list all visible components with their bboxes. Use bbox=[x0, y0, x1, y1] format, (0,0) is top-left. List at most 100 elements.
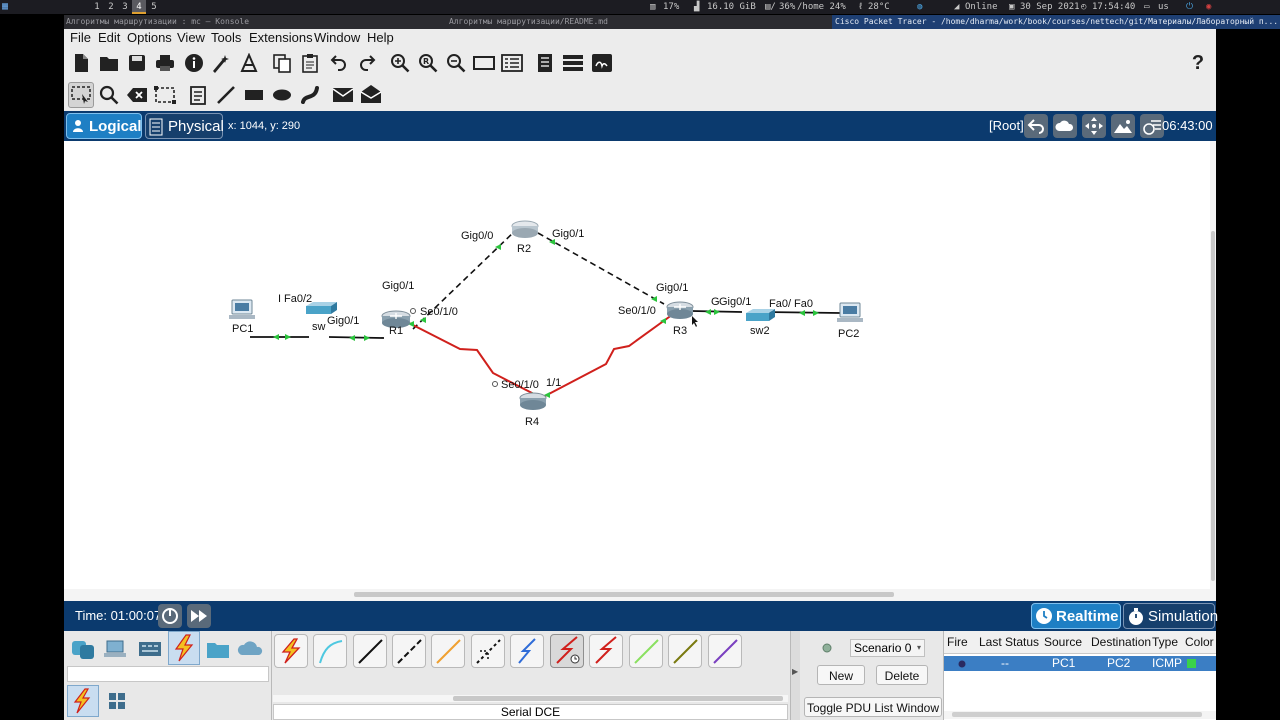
connection-iot-icon[interactable] bbox=[668, 634, 702, 668]
connection-serial-dte-icon[interactable] bbox=[589, 634, 623, 668]
window-title-readme[interactable]: Алгоритмы маршрутизации/README.md bbox=[449, 15, 608, 29]
device-search-field[interactable] bbox=[67, 666, 269, 682]
background-image-icon[interactable] bbox=[1111, 114, 1135, 138]
rect-icon[interactable] bbox=[242, 83, 266, 107]
tab-physical[interactable]: Physical bbox=[145, 113, 224, 139]
device-pc2[interactable] bbox=[837, 302, 863, 322]
window-title-packet-tracer[interactable]: Cisco Packet Tracer - /home/dharma/work/… bbox=[832, 15, 1280, 29]
delete-icon[interactable] bbox=[125, 83, 149, 107]
connection-straight-icon[interactable] bbox=[353, 634, 387, 668]
freeform-icon[interactable] bbox=[298, 83, 322, 107]
cloud-icon[interactable] bbox=[1053, 114, 1077, 138]
connection-auto-icon[interactable] bbox=[274, 634, 308, 668]
delete-scenario-button[interactable]: Delete bbox=[876, 665, 928, 685]
line-icon[interactable] bbox=[214, 83, 238, 107]
resize-icon[interactable] bbox=[153, 83, 177, 107]
grid-view-icon[interactable] bbox=[102, 686, 132, 716]
column-last-status[interactable]: Last Status bbox=[979, 631, 1039, 653]
ellipse-icon[interactable] bbox=[270, 83, 294, 107]
root-button[interactable]: [Root] bbox=[989, 111, 1024, 141]
misc-icon[interactable] bbox=[203, 634, 233, 664]
expand-arrow-icon[interactable]: ▶ bbox=[792, 667, 798, 676]
logical-workspace[interactable]: PC1 sw R1 R2 R3 R4 sw2 PC2 I Fa0/2 Gig0/… bbox=[64, 141, 1210, 589]
window-title-konsole[interactable]: Алгоритмы маршрутизации : mc — Konsole bbox=[66, 15, 249, 29]
set-tiled-icon[interactable] bbox=[1140, 114, 1164, 138]
menu-tools[interactable]: Tools bbox=[211, 29, 241, 47]
column-fire[interactable]: Fire bbox=[947, 631, 968, 653]
zoom-out-icon[interactable] bbox=[444, 51, 468, 75]
select-icon[interactable] bbox=[68, 82, 94, 108]
pdu-table-scrollbar[interactable] bbox=[944, 711, 1216, 719]
link-r2-r3[interactable] bbox=[537, 232, 665, 305]
complex-pdu-icon[interactable] bbox=[359, 82, 383, 106]
fast-forward-icon[interactable] bbox=[187, 604, 211, 628]
toggle-pdu-list-button[interactable]: Toggle PDU List Window bbox=[804, 697, 942, 717]
multiuser-icon[interactable] bbox=[236, 634, 266, 664]
fire-indicator-icon[interactable] bbox=[958, 660, 966, 668]
cluster-icon[interactable] bbox=[561, 51, 585, 75]
column-color[interactable]: Color bbox=[1185, 631, 1214, 653]
workspace-3[interactable]: 3 bbox=[118, 0, 132, 14]
menu-help[interactable]: Help bbox=[367, 29, 394, 47]
new-icon[interactable] bbox=[69, 51, 93, 75]
menu-window[interactable]: Window bbox=[314, 29, 360, 47]
palette-tray-icon[interactable]: ◍ bbox=[917, 0, 922, 14]
device-pc1[interactable] bbox=[229, 299, 255, 319]
workspace-4[interactable]: 4 bbox=[132, 0, 146, 14]
power-icon[interactable]: ⏻ bbox=[1186, 0, 1193, 14]
end-devices-icon[interactable] bbox=[101, 634, 131, 664]
power-cycle-icon[interactable] bbox=[158, 604, 182, 628]
panel-splitter[interactable]: ▶ bbox=[790, 631, 800, 720]
simple-pdu-icon[interactable] bbox=[331, 83, 355, 107]
workspace-2[interactable]: 2 bbox=[104, 0, 118, 14]
network-devices-icon[interactable] bbox=[68, 634, 98, 664]
zoom-in-icon[interactable] bbox=[388, 51, 412, 75]
network-controller-icon[interactable] bbox=[590, 51, 614, 75]
device-r2[interactable] bbox=[511, 220, 539, 238]
simulation-mode-button[interactable]: Simulation bbox=[1123, 603, 1218, 629]
connection-octal-icon[interactable] bbox=[629, 634, 663, 668]
topology-canvas[interactable]: PC1 sw R1 R2 R3 R4 sw2 PC2 I Fa0/2 Gig0/… bbox=[64, 141, 1210, 589]
paste-icon[interactable] bbox=[298, 51, 322, 75]
realtime-mode-button[interactable]: Realtime bbox=[1031, 603, 1121, 629]
open-icon[interactable] bbox=[97, 51, 121, 75]
tab-logical[interactable]: Logical bbox=[66, 113, 142, 139]
device-template-icon[interactable] bbox=[533, 51, 557, 75]
inspect-icon[interactable] bbox=[97, 83, 121, 107]
connection-panel-scrollbar[interactable] bbox=[273, 695, 788, 702]
table-row[interactable]: -- PC1 PC2 ICMP bbox=[944, 656, 1216, 671]
info-icon[interactable] bbox=[182, 51, 206, 75]
menu-extensions[interactable]: Extensions bbox=[249, 29, 313, 47]
workspace-horizontal-scrollbar[interactable] bbox=[64, 589, 1216, 601]
debian-icon[interactable]: ◉ bbox=[1206, 0, 1211, 14]
device-r4[interactable] bbox=[519, 392, 547, 410]
connections-subtype-icon[interactable] bbox=[67, 685, 99, 717]
new-scenario-button[interactable]: New bbox=[817, 665, 865, 685]
connection-console-icon[interactable] bbox=[313, 634, 347, 668]
menu-edit[interactable]: Edit bbox=[98, 29, 120, 47]
link-r4-r3-serial[interactable] bbox=[544, 311, 677, 397]
redo-icon[interactable] bbox=[355, 51, 379, 75]
rectangle-view-icon[interactable] bbox=[472, 51, 496, 75]
connection-coaxial-icon[interactable] bbox=[510, 634, 544, 668]
back-icon[interactable] bbox=[1024, 114, 1048, 138]
print-icon[interactable] bbox=[153, 51, 177, 75]
link-sw1-r1[interactable] bbox=[328, 336, 385, 339]
workspace-vertical-scrollbar[interactable] bbox=[1210, 141, 1216, 589]
help-icon[interactable]: ? bbox=[1186, 51, 1210, 75]
column-destination[interactable]: Destination bbox=[1091, 631, 1151, 653]
scenario-select[interactable]: Scenario 0 ▾ bbox=[850, 639, 925, 657]
device-sw2[interactable] bbox=[746, 309, 775, 321]
column-source[interactable]: Source bbox=[1044, 631, 1082, 653]
connection-crossover-icon[interactable] bbox=[392, 634, 426, 668]
connection-usb-icon[interactable] bbox=[708, 634, 742, 668]
viewport-move-icon[interactable] bbox=[1082, 114, 1106, 138]
custom-device-icon[interactable] bbox=[237, 51, 261, 75]
components-icon[interactable] bbox=[135, 634, 165, 664]
palette-icon[interactable] bbox=[500, 51, 524, 75]
copy-icon[interactable] bbox=[270, 51, 294, 75]
app-launcher-icon[interactable]: ▦ bbox=[2, 0, 8, 14]
menu-file[interactable]: File bbox=[70, 29, 91, 47]
zoom-reset-icon[interactable]: R bbox=[416, 51, 440, 75]
workspace-5[interactable]: 5 bbox=[147, 0, 161, 14]
